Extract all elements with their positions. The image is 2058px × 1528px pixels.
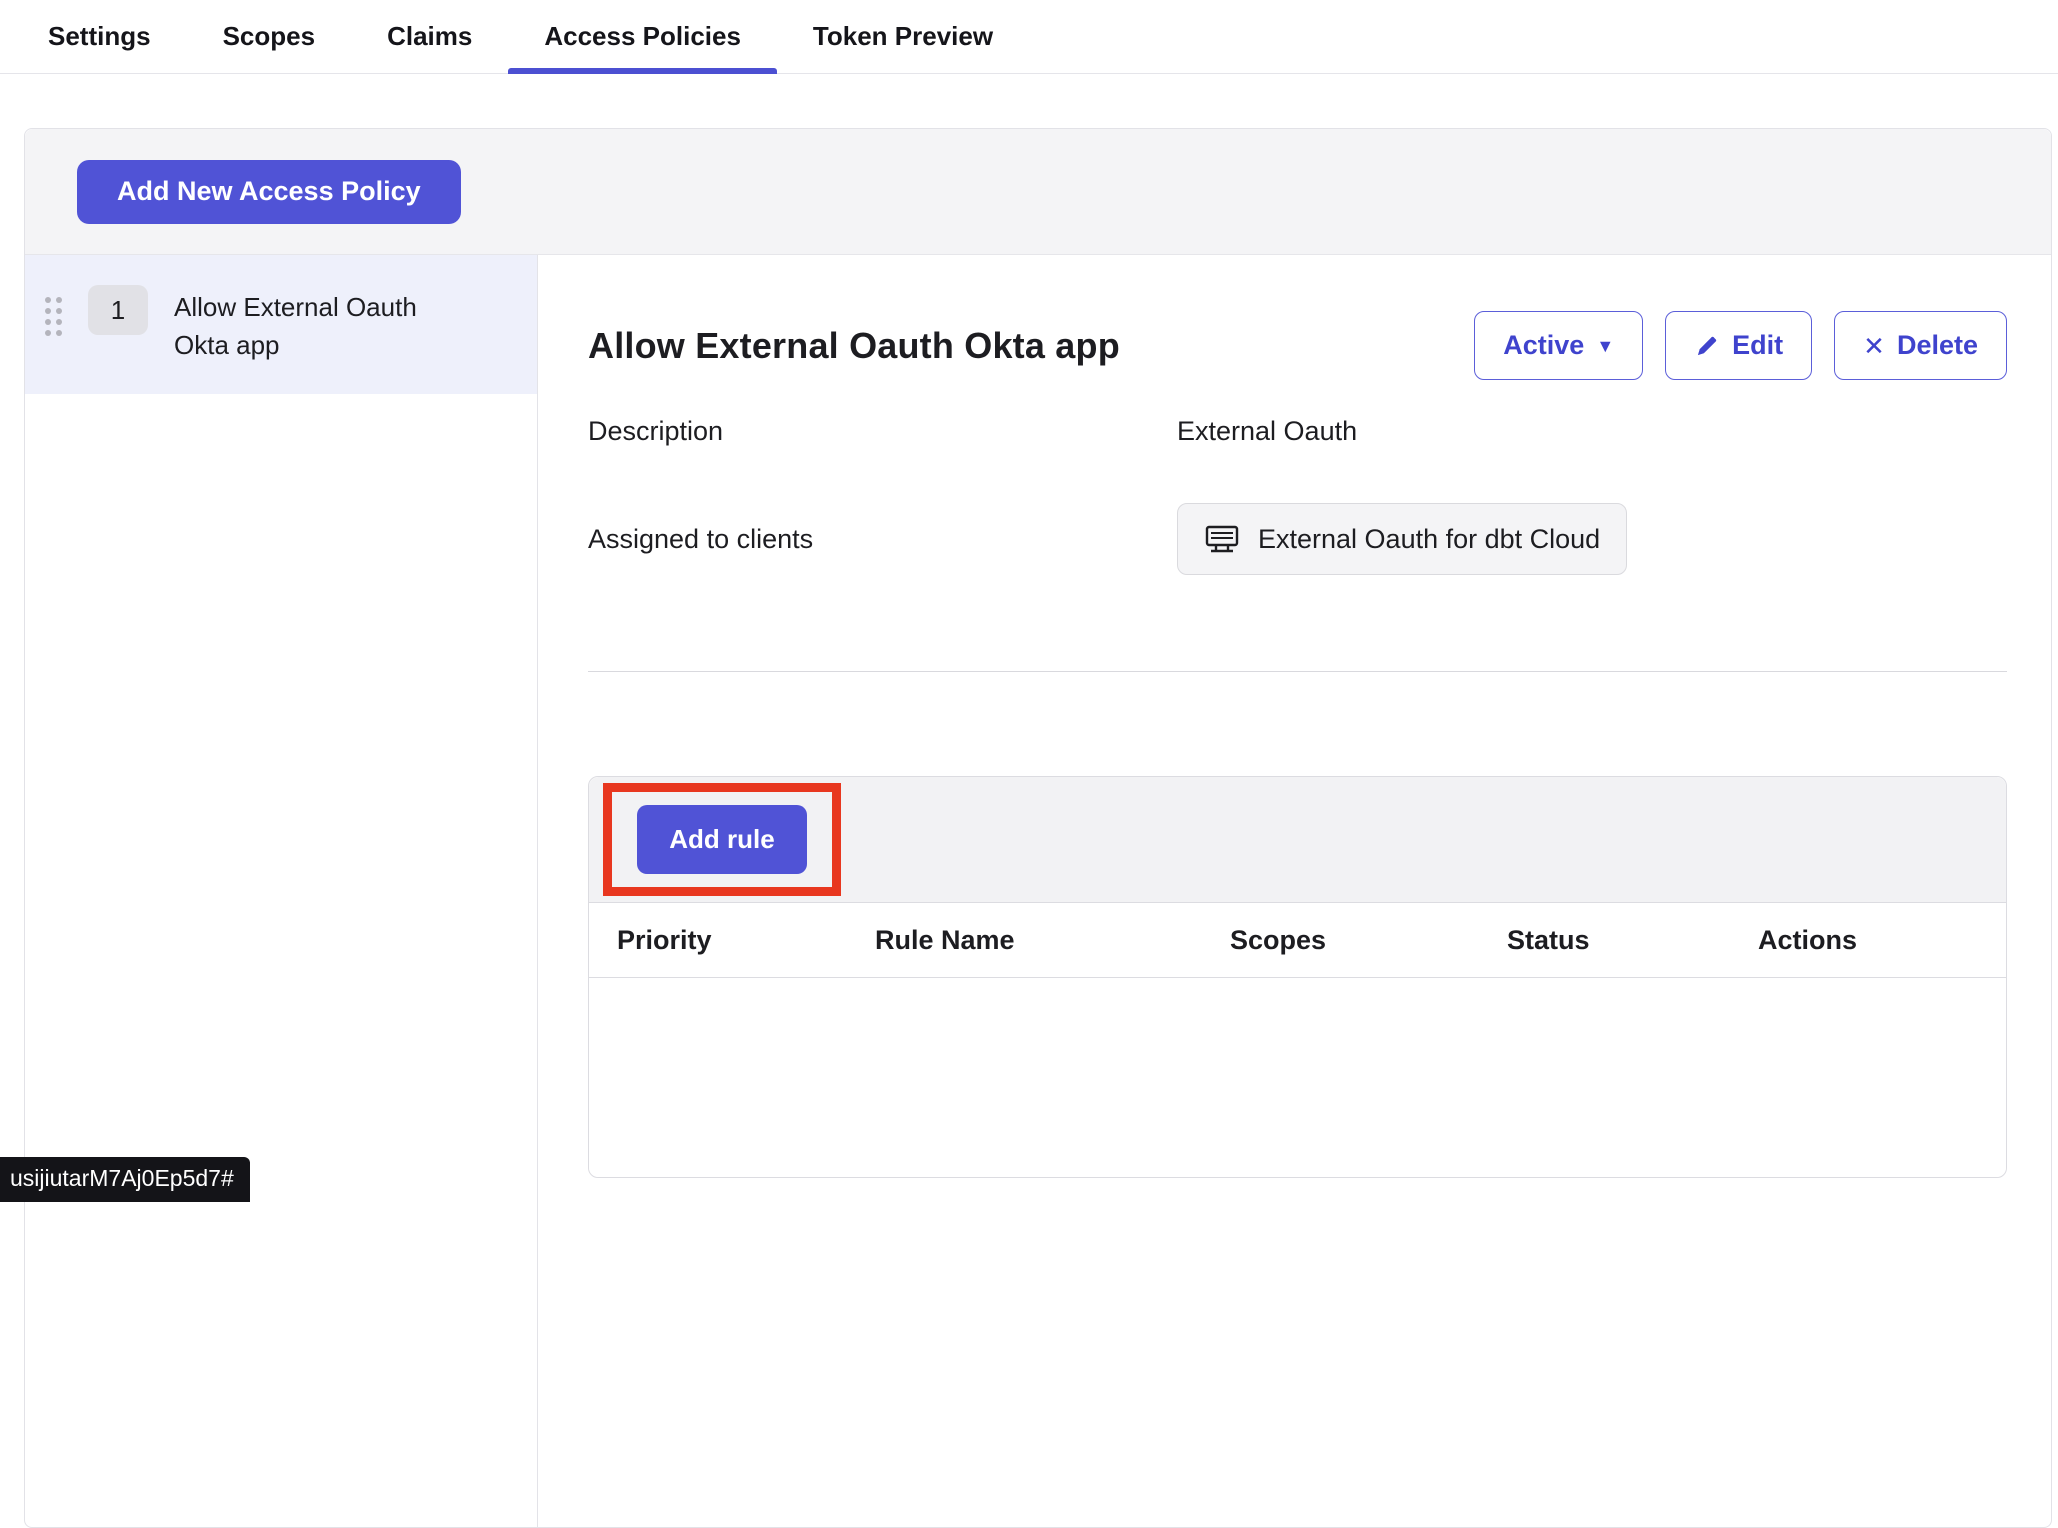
tab-scopes[interactable]: Scopes [187,0,352,73]
tab-access-policies[interactable]: Access Policies [508,0,777,73]
add-rule-button[interactable]: Add rule [637,805,807,874]
red-annotation-box: Add rule [603,783,841,896]
column-header-rule-name: Rule Name [875,925,1230,956]
policy-detail: Allow External Oauth Okta app Active ▼ E… [538,255,2051,1527]
assigned-clients-label: Assigned to clients [588,524,1177,555]
policy-detail-header: Allow External Oauth Okta app Active ▼ E… [588,311,2007,380]
status-dropdown-button[interactable]: Active ▼ [1474,311,1643,380]
rules-table-body-empty [589,978,2006,1177]
policy-title: Allow External Oauth Okta app [588,325,1120,367]
column-header-priority: Priority [617,925,875,956]
delete-policy-button[interactable]: ✕ Delete [1834,311,2007,380]
description-value: External Oauth [1177,416,1357,447]
tab-bar: Settings Scopes Claims Access Policies T… [0,0,2058,74]
column-header-actions: Actions [1758,925,2006,956]
policy-priority-badge: 1 [88,285,148,335]
policy-list-item-label: Allow External Oauth Okta app [174,285,464,364]
policy-list-item[interactable]: 1 Allow External Oauth Okta app [25,255,537,394]
close-icon: ✕ [1863,333,1885,359]
assigned-clients-row: Assigned to clients External Oauth for d… [588,503,2007,575]
panel-body: 1 Allow External Oauth Okta app Allow Ex… [25,255,2051,1527]
rules-table-header: Priority Rule Name Scopes Status Actions [589,903,2006,978]
client-chip[interactable]: External Oauth for dbt Cloud [1177,503,1627,575]
column-header-scopes: Scopes [1230,925,1507,956]
panel-toolbar: Add New Access Policy [25,129,2051,255]
tab-token-preview[interactable]: Token Preview [777,0,1029,73]
link-url-tooltip: usijiutarM7Aj0Ep5d7# [0,1157,250,1202]
drag-handle-icon[interactable] [45,297,62,336]
policy-action-buttons: Active ▼ Edit ✕ Delete [1474,311,2007,380]
policy-list: 1 Allow External Oauth Okta app [25,255,538,1527]
delete-button-label: Delete [1897,330,1978,361]
client-chip-label: External Oauth for dbt Cloud [1258,524,1600,555]
rules-card: Add rule Priority Rule Name Scopes Statu… [588,776,2007,1178]
section-divider [588,671,2007,672]
access-policies-panel: Add New Access Policy 1 Allow External O… [24,128,2052,1528]
pencil-icon [1694,333,1720,359]
tab-settings[interactable]: Settings [12,0,187,73]
description-label: Description [588,416,1177,447]
tab-claims[interactable]: Claims [351,0,508,73]
chevron-down-icon: ▼ [1596,337,1614,355]
edit-policy-button[interactable]: Edit [1665,311,1812,380]
status-dropdown-label: Active [1503,330,1584,361]
add-new-access-policy-button[interactable]: Add New Access Policy [77,160,461,224]
rules-toolbar: Add rule [589,777,2006,903]
edit-button-label: Edit [1732,330,1783,361]
description-row: Description External Oauth [588,416,2007,447]
computer-icon [1204,524,1242,554]
column-header-status: Status [1507,925,1758,956]
